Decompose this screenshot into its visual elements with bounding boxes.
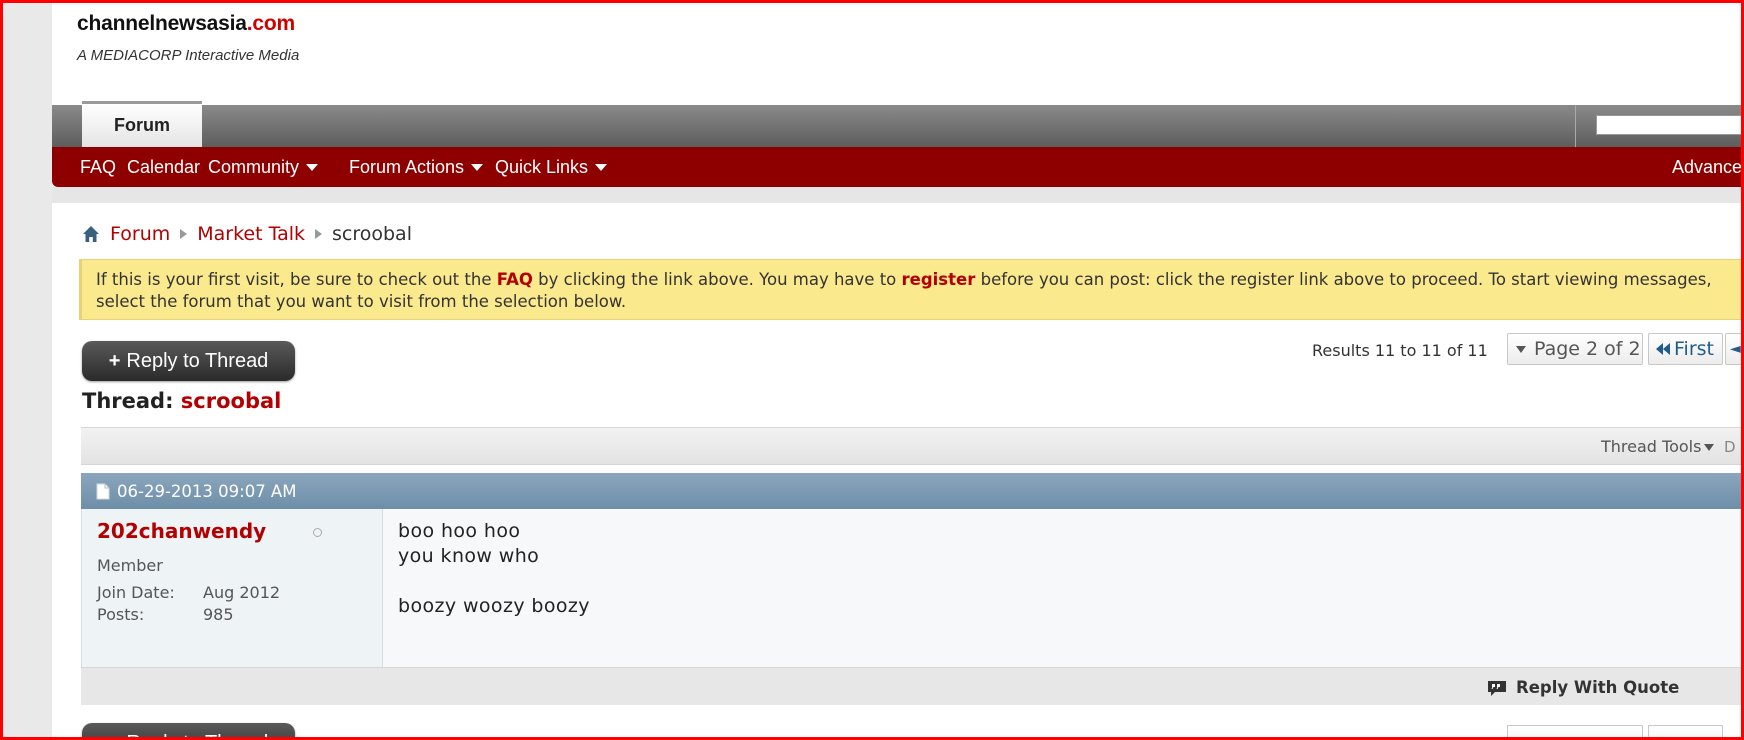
offline-status-icon [313, 528, 322, 537]
prev-page-button[interactable]: ◄ [1725, 333, 1741, 365]
reply-with-quote-button[interactable]: Reply With Quote [1486, 678, 1679, 697]
join-date-value: Aug 2012 [203, 583, 281, 602]
chevron-down-icon [595, 163, 608, 171]
document-icon [96, 483, 110, 499]
display-menu-partial[interactable]: D [1724, 438, 1736, 456]
logo-text: channelnewsasia [77, 12, 247, 35]
post-username[interactable]: 202chanwendy [97, 519, 266, 543]
logo-tagline: A MEDIACORP Interactive Media [77, 47, 300, 64]
home-icon[interactable] [82, 225, 100, 243]
chevron-down-icon [1704, 444, 1715, 451]
nav-forum-actions[interactable]: Forum Actions [349, 147, 484, 187]
post-line: you know who [398, 545, 540, 567]
reply-to-thread-button[interactable]: + Reply to Thread [82, 341, 295, 381]
nav-calendar[interactable]: Calendar [127, 147, 200, 187]
double-left-arrow-icon [1656, 343, 1670, 355]
tab-bar: Forum [52, 101, 1741, 147]
page-selector-label: Page 2 of 2 [1534, 338, 1641, 360]
first-page-button[interactable]: First [1648, 333, 1723, 365]
thread-tools-label: Thread Tools [1601, 437, 1702, 456]
join-date-label: Join Date: [97, 583, 175, 602]
nav-quick-links-label: Quick Links [495, 157, 589, 177]
logo-suffix: .com [246, 12, 295, 35]
chevron-down-icon [471, 163, 484, 171]
notice-text-1: If this is your first visit, be sure to … [96, 270, 497, 289]
reply-with-quote-label: Reply With Quote [1516, 678, 1680, 697]
post-date: 06-29-2013 09:07 AM [117, 481, 297, 501]
content-gap [52, 187, 1741, 203]
posts-row: Posts: 985 [97, 605, 234, 624]
thread-title: Thread: scroobal [82, 389, 281, 413]
thread-tools-bar: Thread Tools D [81, 427, 1741, 465]
notice-register-link[interactable]: register [902, 270, 976, 289]
thread-title-name[interactable]: scroobal [181, 389, 282, 413]
thread-tools-menu[interactable]: Thread Tools [1601, 437, 1715, 456]
first-page-label: First [1674, 338, 1714, 360]
nav-community[interactable]: Community [208, 147, 319, 187]
logo-wordmark: channelnewsasia.com [77, 12, 299, 36]
page-selector[interactable]: Page 2 of 2 [1507, 333, 1643, 365]
posts-value: 985 [203, 605, 234, 624]
nav-community-label: Community [208, 157, 300, 177]
nav-forum-actions-label: Forum Actions [349, 157, 465, 177]
posts-label: Posts: [97, 605, 145, 624]
chevron-down-icon [1516, 345, 1526, 353]
post-userinfo: 202chanwendy Member Join Date: Aug 2012 … [81, 509, 383, 667]
notice-faq-link[interactable]: FAQ [497, 270, 533, 289]
user-title: Member [97, 556, 163, 575]
chevron-down-icon [306, 163, 319, 171]
search-input[interactable] [1596, 115, 1741, 135]
sub-navigation: FAQ Calendar Community Forum Actions Qui… [52, 147, 1741, 187]
breadcrumb-forum[interactable]: Forum [110, 223, 170, 245]
page-selector-bottom[interactable] [1507, 725, 1643, 737]
post-line: boozy woozy boozy [398, 595, 590, 617]
join-date-row: Join Date: Aug 2012 [97, 583, 280, 602]
post-header: 06-29-2013 09:07 AM [81, 473, 1741, 509]
left-arrow-icon: ◄ [1730, 341, 1741, 357]
reply-to-thread-button-bottom[interactable]: + Reply to Thread [82, 723, 295, 737]
first-page-button-bottom[interactable] [1648, 725, 1723, 737]
nav-advanced-search[interactable]: Advanced Search [1672, 147, 1741, 187]
breadcrumb: Forum Market Talk scroobal [82, 221, 412, 247]
reply-to-thread-label: Reply to Thread [126, 349, 269, 372]
notice-text-2: by clicking the link above. You may have… [532, 270, 902, 289]
post-footer: Reply With Quote [81, 667, 1741, 705]
post-body: boo hoo hoo you know who boozy woozy boo… [383, 509, 1741, 667]
breadcrumb-arrow-icon [180, 229, 188, 239]
page: channelnewsasia.com A MEDIACORP Interact… [52, 3, 1741, 737]
left-gutter [3, 3, 52, 737]
tab-forum[interactable]: Forum [82, 101, 202, 147]
site-logo[interactable]: channelnewsasia.com A MEDIACORP Interact… [77, 12, 299, 64]
breadcrumb-arrow-icon [315, 229, 322, 239]
plus-icon: + [108, 349, 121, 372]
nav-quick-links[interactable]: Quick Links [495, 147, 608, 187]
thread-title-label: Thread: [82, 389, 174, 413]
quote-icon [1488, 680, 1506, 696]
first-visit-notice: If this is your first visit, be sure to … [79, 259, 1741, 320]
nav-faq[interactable]: FAQ [80, 147, 116, 187]
post-line: boo hoo hoo [398, 520, 521, 542]
breadcrumb-current: scroobal [332, 223, 412, 245]
breadcrumb-market-talk[interactable]: Market Talk [197, 223, 305, 245]
results-count: Results 11 to 11 of 11 [1312, 341, 1488, 360]
reply-to-thread-label: Reply to Thread [126, 732, 268, 738]
search-area [1575, 105, 1741, 147]
plus-icon: + [109, 732, 121, 738]
